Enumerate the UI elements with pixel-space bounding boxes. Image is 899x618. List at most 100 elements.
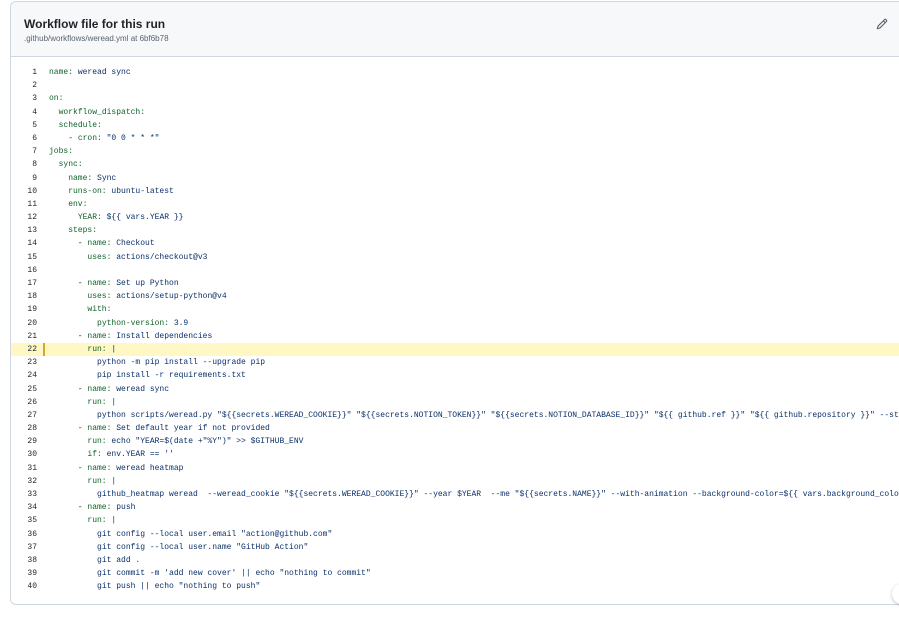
line-number[interactable]: 31 bbox=[11, 462, 37, 475]
line-source: - name: push bbox=[49, 501, 136, 514]
yaml-value: git push || echo "nothing to push" bbox=[97, 582, 261, 592]
line-number[interactable]: 34 bbox=[11, 501, 37, 514]
code-line: 40 git push || echo "nothing to push" bbox=[11, 580, 899, 593]
line-source: git commit -m 'add new cover' || echo "n… bbox=[49, 567, 371, 580]
yaml-key: with: bbox=[87, 305, 112, 315]
line-number[interactable]: 1 bbox=[11, 66, 37, 79]
yaml-key: YEAR: bbox=[77, 213, 102, 223]
code-line: 22 run: | bbox=[11, 342, 899, 357]
line-number[interactable]: 16 bbox=[11, 264, 37, 277]
line-number[interactable]: 35 bbox=[11, 514, 37, 527]
line-number[interactable]: 6 bbox=[11, 132, 37, 145]
panel-header: Workflow file for this run .github/workf… bbox=[11, 2, 899, 57]
line-source: steps: bbox=[49, 224, 97, 237]
line-number[interactable]: 8 bbox=[11, 158, 37, 171]
line-number[interactable]: 26 bbox=[11, 396, 37, 409]
line-number[interactable]: 32 bbox=[11, 475, 37, 488]
line-number[interactable]: 14 bbox=[11, 237, 37, 250]
yaml-value: echo "YEAR=$(date +"%Y")" >> $GITHUB_ENV bbox=[106, 437, 304, 447]
line-source: - name: Install dependencies bbox=[49, 330, 212, 343]
line-number[interactable]: 36 bbox=[11, 528, 37, 541]
code-line: 29 run: echo "YEAR=$(date +"%Y")" >> $GI… bbox=[11, 435, 899, 448]
line-number[interactable]: 37 bbox=[11, 541, 37, 554]
line-number[interactable]: 12 bbox=[11, 211, 37, 224]
line-number[interactable]: 23 bbox=[11, 356, 37, 369]
line-number[interactable]: 4 bbox=[11, 106, 37, 119]
line-number[interactable]: 30 bbox=[11, 448, 37, 461]
line-number[interactable]: 13 bbox=[11, 224, 37, 237]
line-indent: - bbox=[49, 463, 88, 473]
line-number[interactable]: 40 bbox=[11, 580, 37, 593]
yaml-key: run: bbox=[87, 397, 107, 407]
line-number[interactable]: 22 bbox=[11, 343, 37, 356]
line-source: schedule: bbox=[49, 119, 102, 132]
line-number[interactable]: 11 bbox=[11, 198, 37, 211]
code-line: 6 - cron: "0 0 * * *" bbox=[11, 132, 899, 145]
code-line: 17 - name: Set up Python bbox=[11, 277, 899, 290]
yaml-key: env: bbox=[68, 199, 88, 209]
yaml-key: sync: bbox=[58, 160, 83, 170]
line-number[interactable]: 28 bbox=[11, 422, 37, 435]
code-line: 9 name: Sync bbox=[11, 172, 899, 185]
line-number[interactable]: 15 bbox=[11, 251, 37, 264]
line-number[interactable]: 29 bbox=[11, 435, 37, 448]
line-number[interactable]: 9 bbox=[11, 172, 37, 185]
code-view: 1 name: weread sync 2 3 on: 4 workflow_dispat… bbox=[11, 66, 899, 594]
line-number[interactable]: 18 bbox=[11, 290, 37, 303]
yaml-key: name: bbox=[87, 279, 112, 288]
code-line: 1 name: weread sync bbox=[11, 66, 899, 79]
line-number[interactable]: 5 bbox=[11, 119, 37, 132]
line-number[interactable]: 33 bbox=[11, 488, 37, 501]
line-number[interactable]: 20 bbox=[11, 317, 37, 330]
line-number[interactable]: 24 bbox=[11, 369, 37, 382]
line-indent: - bbox=[49, 133, 78, 143]
line-number[interactable]: 38 bbox=[11, 554, 37, 567]
yaml-key: if: bbox=[87, 450, 102, 460]
yaml-key: name: bbox=[49, 68, 74, 77]
line-source: YEAR: ${{ vars.YEAR }} bbox=[49, 211, 184, 224]
line-indent: - bbox=[49, 331, 88, 341]
line-number[interactable]: 27 bbox=[11, 409, 37, 422]
line-number[interactable]: 2 bbox=[11, 79, 37, 92]
line-number[interactable]: 17 bbox=[11, 277, 37, 290]
line-number[interactable]: 25 bbox=[11, 383, 37, 396]
line-number[interactable]: 21 bbox=[11, 330, 37, 343]
yaml-key: name: bbox=[87, 331, 112, 341]
code-line: 16 bbox=[11, 264, 899, 277]
code-line: 14 - name: Checkout bbox=[11, 237, 899, 250]
line-source: python scripts/weread.py "${{secrets.WER… bbox=[49, 409, 899, 422]
yaml-value: Set default year if not provided bbox=[111, 424, 270, 434]
pencil-icon bbox=[876, 18, 888, 30]
line-source: run: | bbox=[49, 475, 116, 488]
yaml-value: ubuntu-latest bbox=[106, 186, 174, 196]
yaml-value: actions/setup-python@v4 bbox=[111, 292, 227, 302]
line-number[interactable]: 39 bbox=[11, 567, 37, 580]
line-number[interactable]: 19 bbox=[11, 303, 37, 316]
line-number[interactable]: 7 bbox=[11, 145, 37, 158]
line-source: uses: actions/checkout@v3 bbox=[49, 251, 207, 264]
yaml-key: uses: bbox=[87, 252, 112, 262]
edit-button[interactable] bbox=[874, 16, 890, 32]
code-line: 7 jobs: bbox=[11, 145, 899, 158]
panel-title: Workflow file for this run bbox=[24, 17, 166, 31]
yaml-value: pip install -r requirements.txt bbox=[97, 371, 246, 381]
code-line: 4 workflow_dispatch: bbox=[11, 106, 899, 119]
line-source: with: bbox=[49, 303, 111, 316]
line-source: name: Sync bbox=[49, 172, 116, 185]
line-number[interactable]: 3 bbox=[11, 92, 37, 105]
line-number[interactable]: 10 bbox=[11, 185, 37, 198]
